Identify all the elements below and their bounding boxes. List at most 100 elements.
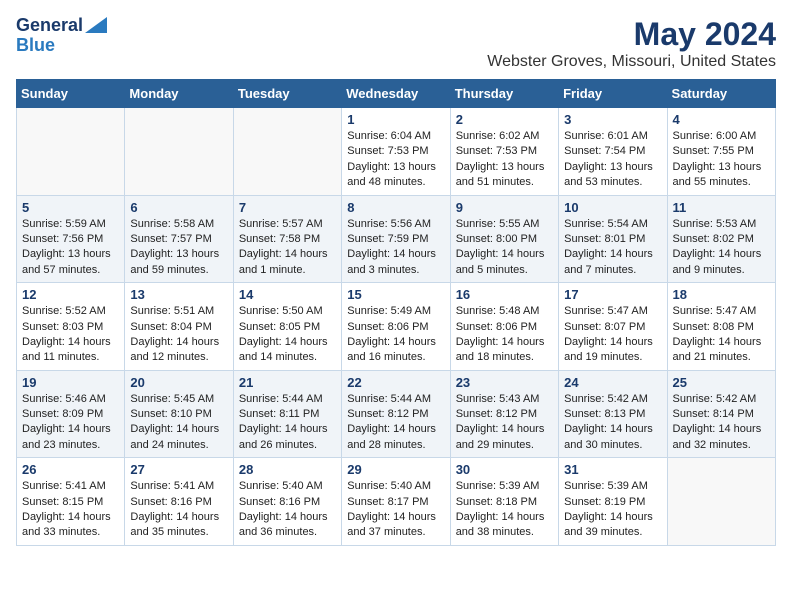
day-number: 4 xyxy=(673,112,770,127)
cell-info: Daylight: 14 hours xyxy=(564,247,661,262)
cell-info: Sunrise: 5:47 AM xyxy=(564,304,661,319)
cell-info: and 29 minutes. xyxy=(456,438,553,453)
calendar-table: SundayMondayTuesdayWednesdayThursdayFrid… xyxy=(16,79,776,546)
cell-info: and 16 minutes. xyxy=(347,350,444,365)
cell-info: Sunrise: 5:55 AM xyxy=(456,217,553,232)
calendar-cell: 19Sunrise: 5:46 AMSunset: 8:09 PMDayligh… xyxy=(17,370,125,458)
day-number: 27 xyxy=(130,462,227,477)
day-number: 30 xyxy=(456,462,553,477)
calendar-cell: 27Sunrise: 5:41 AMSunset: 8:16 PMDayligh… xyxy=(125,458,233,546)
cell-info: and 11 minutes. xyxy=(22,350,119,365)
cell-info: Sunrise: 5:58 AM xyxy=(130,217,227,232)
calendar-cell xyxy=(17,108,125,196)
cell-info: Sunrise: 5:51 AM xyxy=(130,304,227,319)
cell-info: Sunrise: 5:43 AM xyxy=(456,392,553,407)
calendar-cell: 26Sunrise: 5:41 AMSunset: 8:15 PMDayligh… xyxy=(17,458,125,546)
day-number: 29 xyxy=(347,462,444,477)
day-number: 12 xyxy=(22,287,119,302)
cell-info: Sunset: 8:13 PM xyxy=(564,407,661,422)
cell-info: Sunset: 8:15 PM xyxy=(22,495,119,510)
weekday-header-wednesday: Wednesday xyxy=(342,80,450,108)
calendar-cell: 23Sunrise: 5:43 AMSunset: 8:12 PMDayligh… xyxy=(450,370,558,458)
cell-info: Daylight: 14 hours xyxy=(130,335,227,350)
cell-info: Sunrise: 6:04 AM xyxy=(347,129,444,144)
calendar-cell: 14Sunrise: 5:50 AMSunset: 8:05 PMDayligh… xyxy=(233,283,341,371)
weekday-header-row: SundayMondayTuesdayWednesdayThursdayFrid… xyxy=(17,80,776,108)
calendar-cell: 17Sunrise: 5:47 AMSunset: 8:07 PMDayligh… xyxy=(559,283,667,371)
weekday-header-monday: Monday xyxy=(125,80,233,108)
cell-info: Daylight: 13 hours xyxy=(456,160,553,175)
day-number: 17 xyxy=(564,287,661,302)
day-number: 1 xyxy=(347,112,444,127)
calendar-cell: 29Sunrise: 5:40 AMSunset: 8:17 PMDayligh… xyxy=(342,458,450,546)
day-number: 6 xyxy=(130,200,227,215)
cell-info: Sunset: 7:58 PM xyxy=(239,232,336,247)
cell-info: and 55 minutes. xyxy=(673,175,770,190)
calendar-cell: 20Sunrise: 5:45 AMSunset: 8:10 PMDayligh… xyxy=(125,370,233,458)
cell-info: Sunrise: 5:39 AM xyxy=(564,479,661,494)
calendar-cell: 16Sunrise: 5:48 AMSunset: 8:06 PMDayligh… xyxy=(450,283,558,371)
logo-text: General Blue xyxy=(16,16,107,56)
cell-info: Sunset: 8:02 PM xyxy=(673,232,770,247)
calendar-cell: 8Sunrise: 5:56 AMSunset: 7:59 PMDaylight… xyxy=(342,195,450,283)
calendar-week-row: 5Sunrise: 5:59 AMSunset: 7:56 PMDaylight… xyxy=(17,195,776,283)
cell-info: Sunset: 8:04 PM xyxy=(130,320,227,335)
cell-info: Daylight: 14 hours xyxy=(22,335,119,350)
cell-info: and 12 minutes. xyxy=(130,350,227,365)
cell-info: Sunrise: 5:56 AM xyxy=(347,217,444,232)
calendar-subtitle: Webster Groves, Missouri, United States xyxy=(487,53,776,71)
calendar-cell: 21Sunrise: 5:44 AMSunset: 8:11 PMDayligh… xyxy=(233,370,341,458)
cell-info: Sunrise: 5:47 AM xyxy=(673,304,770,319)
cell-info: Daylight: 14 hours xyxy=(456,510,553,525)
cell-info: Daylight: 13 hours xyxy=(347,160,444,175)
calendar-cell: 1 Sunrise: 6:04 AMSunset: 7:53 PMDaylight… xyxy=(342,108,450,196)
cell-info: Daylight: 14 hours xyxy=(239,247,336,262)
calendar-header: SundayMondayTuesdayWednesdayThursdayFrid… xyxy=(17,80,776,108)
calendar-week-row: 19Sunrise: 5:46 AMSunset: 8:09 PMDayligh… xyxy=(17,370,776,458)
calendar-week-row: 1Sunrise: 6:04 AMSunset: 7:53 PMDaylight… xyxy=(17,108,776,196)
day-number: 13 xyxy=(130,287,227,302)
cell-info: Sunrise: 5:39 AM xyxy=(456,479,553,494)
cell-info: Daylight: 14 hours xyxy=(456,422,553,437)
calendar-cell xyxy=(233,108,341,196)
cell-info: Daylight: 14 hours xyxy=(347,510,444,525)
cell-info: and 19 minutes. xyxy=(564,350,661,365)
cell-info: Sunrise: 5:50 AM xyxy=(239,304,336,319)
title-block: May 2024 Webster Groves, Missouri, Unite… xyxy=(487,16,776,71)
cell-info: and 48 minutes. xyxy=(347,175,444,190)
logo-line1: General xyxy=(16,16,83,36)
cell-info: Daylight: 14 hours xyxy=(22,510,119,525)
day-number: 19 xyxy=(22,375,119,390)
cell-info: Sunset: 8:07 PM xyxy=(564,320,661,335)
calendar-cell: 7Sunrise: 5:57 AMSunset: 7:58 PMDaylight… xyxy=(233,195,341,283)
day-number: 9 xyxy=(456,200,553,215)
calendar-cell: 24Sunrise: 5:42 AMSunset: 8:13 PMDayligh… xyxy=(559,370,667,458)
cell-info: Sunrise: 5:59 AM xyxy=(22,217,119,232)
cell-info: Sunrise: 5:44 AM xyxy=(347,392,444,407)
cell-info: Sunset: 8:10 PM xyxy=(130,407,227,422)
day-number: 28 xyxy=(239,462,336,477)
day-number: 14 xyxy=(239,287,336,302)
cell-info: Sunset: 8:16 PM xyxy=(239,495,336,510)
cell-info: Daylight: 13 hours xyxy=(564,160,661,175)
cell-info: and 7 minutes. xyxy=(564,263,661,278)
cell-info: Daylight: 14 hours xyxy=(239,422,336,437)
cell-info: and 5 minutes. xyxy=(456,263,553,278)
page-header: General Blue May 2024 Webster Groves, Mi… xyxy=(16,16,776,71)
cell-info: Daylight: 14 hours xyxy=(22,422,119,437)
cell-info: and 53 minutes. xyxy=(564,175,661,190)
cell-info: Sunset: 7:54 PM xyxy=(564,144,661,159)
cell-info: and 59 minutes. xyxy=(130,263,227,278)
cell-info: Daylight: 14 hours xyxy=(347,335,444,350)
day-number: 11 xyxy=(673,200,770,215)
day-number: 21 xyxy=(239,375,336,390)
day-number: 25 xyxy=(673,375,770,390)
cell-info: Sunset: 7:53 PM xyxy=(347,144,444,159)
day-number: 22 xyxy=(347,375,444,390)
cell-info: Sunset: 8:11 PM xyxy=(239,407,336,422)
cell-info: Sunset: 8:00 PM xyxy=(456,232,553,247)
cell-info: and 38 minutes. xyxy=(456,525,553,540)
cell-info: and 30 minutes. xyxy=(564,438,661,453)
cell-info: Sunrise: 5:45 AM xyxy=(130,392,227,407)
calendar-cell: 13 Sunrise: 5:51 AMSunset: 8:04 PMDayligh… xyxy=(125,283,233,371)
